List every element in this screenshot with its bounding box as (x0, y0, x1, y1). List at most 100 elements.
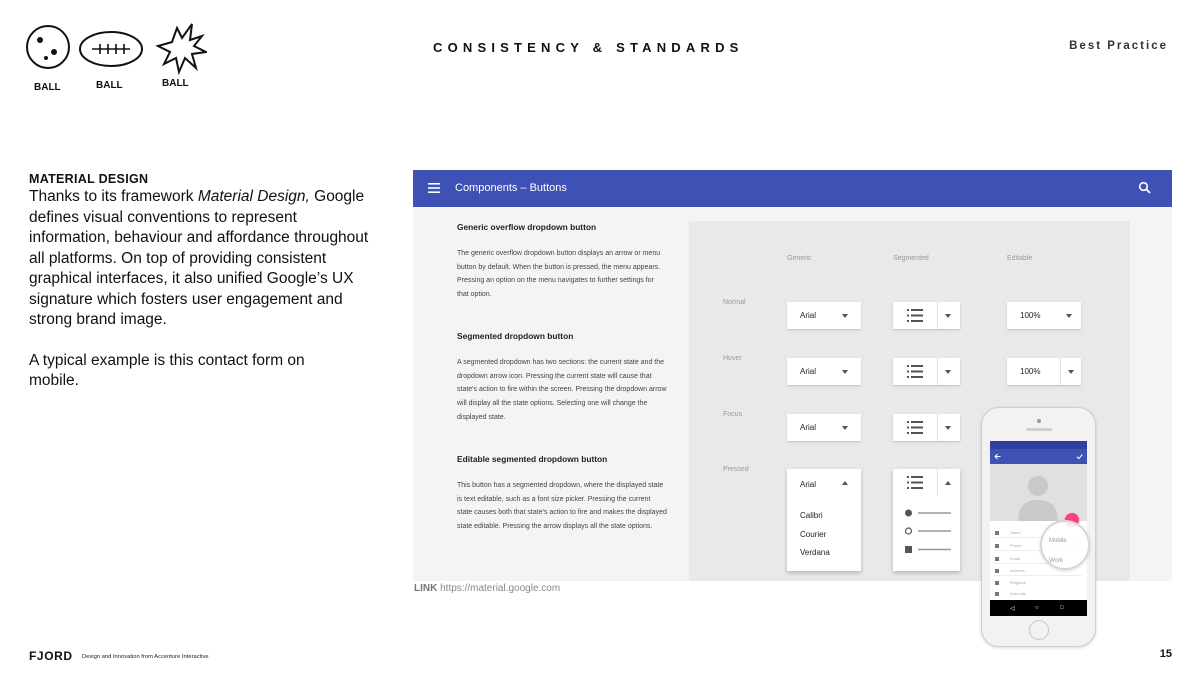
fjord-logo: FJORD (29, 649, 73, 663)
segmented-dropdown-focus[interactable] (893, 414, 960, 441)
left-heading: MATERIAL DESIGN (29, 172, 149, 186)
link-label: LINK (414, 583, 438, 594)
caret-up-icon (842, 481, 848, 485)
segment-state-options[interactable] (905, 509, 953, 559)
dropdown-value: Arial (800, 311, 817, 320)
hamburger-menu-icon[interactable] (428, 183, 440, 193)
caret-down-icon (842, 426, 848, 430)
link-url[interactable]: https://material.google.com (440, 583, 560, 594)
phone-home-button (1029, 620, 1049, 640)
doc-section-segmented: Segmented dropdown button A segmented dr… (457, 331, 667, 425)
caret-down-icon (842, 314, 848, 318)
field-address[interactable]: Address (1010, 568, 1025, 573)
doc-paragraph: This button has a segmented dropdown, wh… (457, 482, 667, 531)
nav-home-icon[interactable]: ○ (1035, 605, 1039, 611)
segment-divider (937, 414, 938, 441)
location-icon (995, 569, 999, 573)
dropdown-value: Arial (800, 480, 817, 489)
footer-tagline: Design and Innovation from Accenture Int… (82, 654, 209, 660)
doc-paragraph: The generic overflow dropdown button dis… (457, 250, 661, 299)
row-header-pressed: Pressed (723, 466, 749, 473)
menu-option-courier[interactable]: Courier (800, 530, 826, 539)
check-icon[interactable] (1076, 453, 1083, 460)
left-body-example: A typical example is this contact form o… (29, 351, 305, 390)
phone-nav-bar: ◁ ○ □ (990, 600, 1087, 616)
phone-status-bar (990, 441, 1087, 449)
page-number: 15 (1159, 648, 1172, 660)
row-header-focus: Focus (723, 411, 743, 418)
nav-back-icon[interactable]: ◁ (1010, 605, 1015, 612)
generic-dropdown-focus[interactable]: Arial (787, 414, 861, 441)
note-icon (995, 592, 999, 596)
caret-down-icon (842, 370, 848, 374)
segment-divider (937, 358, 938, 385)
column-header-segmented: Segmented (893, 255, 929, 262)
field-divider (994, 575, 1082, 576)
segment-divider (1060, 358, 1061, 385)
segmented-dropdown-normal[interactable] (893, 302, 960, 329)
list-icon (907, 476, 923, 489)
volume-icon (995, 581, 999, 585)
column-header-generic: Generic (787, 255, 812, 262)
editable-value[interactable]: 100% (1020, 311, 1040, 320)
ball-sketch-illustration: BALL BALL BALL (26, 23, 207, 93)
left-body-start: Thanks to its framework (29, 188, 198, 205)
list-icon (907, 309, 923, 322)
nav-recents-icon[interactable]: □ (1060, 605, 1064, 611)
editable-value[interactable]: 100% (1020, 367, 1040, 376)
field-email[interactable]: Email (1010, 556, 1020, 561)
generic-dropdown-hover[interactable]: Arial (787, 358, 861, 385)
doc-section-generic: Generic overflow dropdown button The gen… (457, 222, 667, 302)
caret-up-icon (945, 481, 951, 485)
reference-link[interactable]: LINK https://material.google.com (414, 583, 560, 594)
phone-camera (1037, 419, 1041, 423)
phone-icon (995, 544, 999, 548)
editable-dropdown-hover[interactable]: 100% (1007, 358, 1081, 385)
field-add-note[interactable]: Add note (1010, 591, 1026, 596)
search-icon[interactable] (1138, 181, 1152, 195)
segmented-dropdown-hover[interactable] (893, 358, 960, 385)
back-arrow-icon[interactable] (994, 453, 1001, 460)
doc-heading: Generic overflow dropdown button (457, 222, 597, 232)
caret-down-icon (945, 370, 951, 374)
row-header-hover: Hover (723, 355, 742, 362)
section-tag: Best Practice (1069, 40, 1168, 52)
slide: BALL BALL BALL CONSISTENCY & STANDARDS B… (0, 0, 1200, 675)
person-icon (995, 531, 999, 535)
docs-app-bar-title: Components – Buttons (455, 182, 567, 194)
doc-heading: Editable segmented dropdown button (457, 454, 608, 464)
editable-dropdown-normal[interactable]: 100% (1007, 302, 1081, 329)
doc-section-editable: Editable segmented dropdown button This … (457, 454, 667, 534)
doc-paragraph: A segmented dropdown has two sections: t… (457, 359, 667, 421)
field-phone[interactable]: Phone (1010, 543, 1022, 548)
caret-down-icon (945, 314, 951, 318)
phone-app-bar (990, 449, 1087, 464)
left-body-rest: Google defines visual conventions to rep… (29, 188, 369, 328)
sketch-label-1: BALL (34, 82, 61, 93)
column-header-editable: Editable (1007, 255, 1033, 262)
dropdown-value: Arial (800, 423, 817, 432)
left-body-emphasis: Material Design, (197, 188, 310, 205)
doc-heading: Segmented dropdown button (457, 331, 574, 341)
docs-app-bar: Components – Buttons (413, 170, 1172, 207)
field-name[interactable]: Name (1010, 530, 1021, 535)
segmented-dropdown-pressed-menu[interactable] (893, 469, 960, 571)
list-icon (907, 365, 923, 378)
generic-dropdown-normal[interactable]: Arial (787, 302, 861, 329)
dropdown-value: Arial (800, 367, 817, 376)
row-header-normal: Normal (723, 299, 746, 306)
left-body: Thanks to its framework Material Design,… (29, 187, 379, 331)
caret-down-icon (1068, 370, 1074, 374)
magnifier-option-work: Work (1049, 558, 1063, 564)
menu-option-calibri[interactable]: Calibri (800, 511, 823, 520)
slide-title: CONSISTENCY & STANDARDS (433, 40, 744, 55)
sketch-label-3: BALL (162, 78, 189, 89)
caret-down-icon (1066, 314, 1072, 318)
menu-option-verdana[interactable]: Verdana (800, 548, 830, 557)
phone-speaker (1026, 428, 1052, 431)
field-ringtone[interactable]: Ringtone (1010, 580, 1026, 585)
magnifier-option-mobile: Mobile (1049, 538, 1067, 544)
generic-dropdown-pressed-menu[interactable]: Arial Calibri Courier Verdana (787, 469, 861, 571)
segment-divider (937, 302, 938, 329)
caret-down-icon (945, 426, 951, 430)
